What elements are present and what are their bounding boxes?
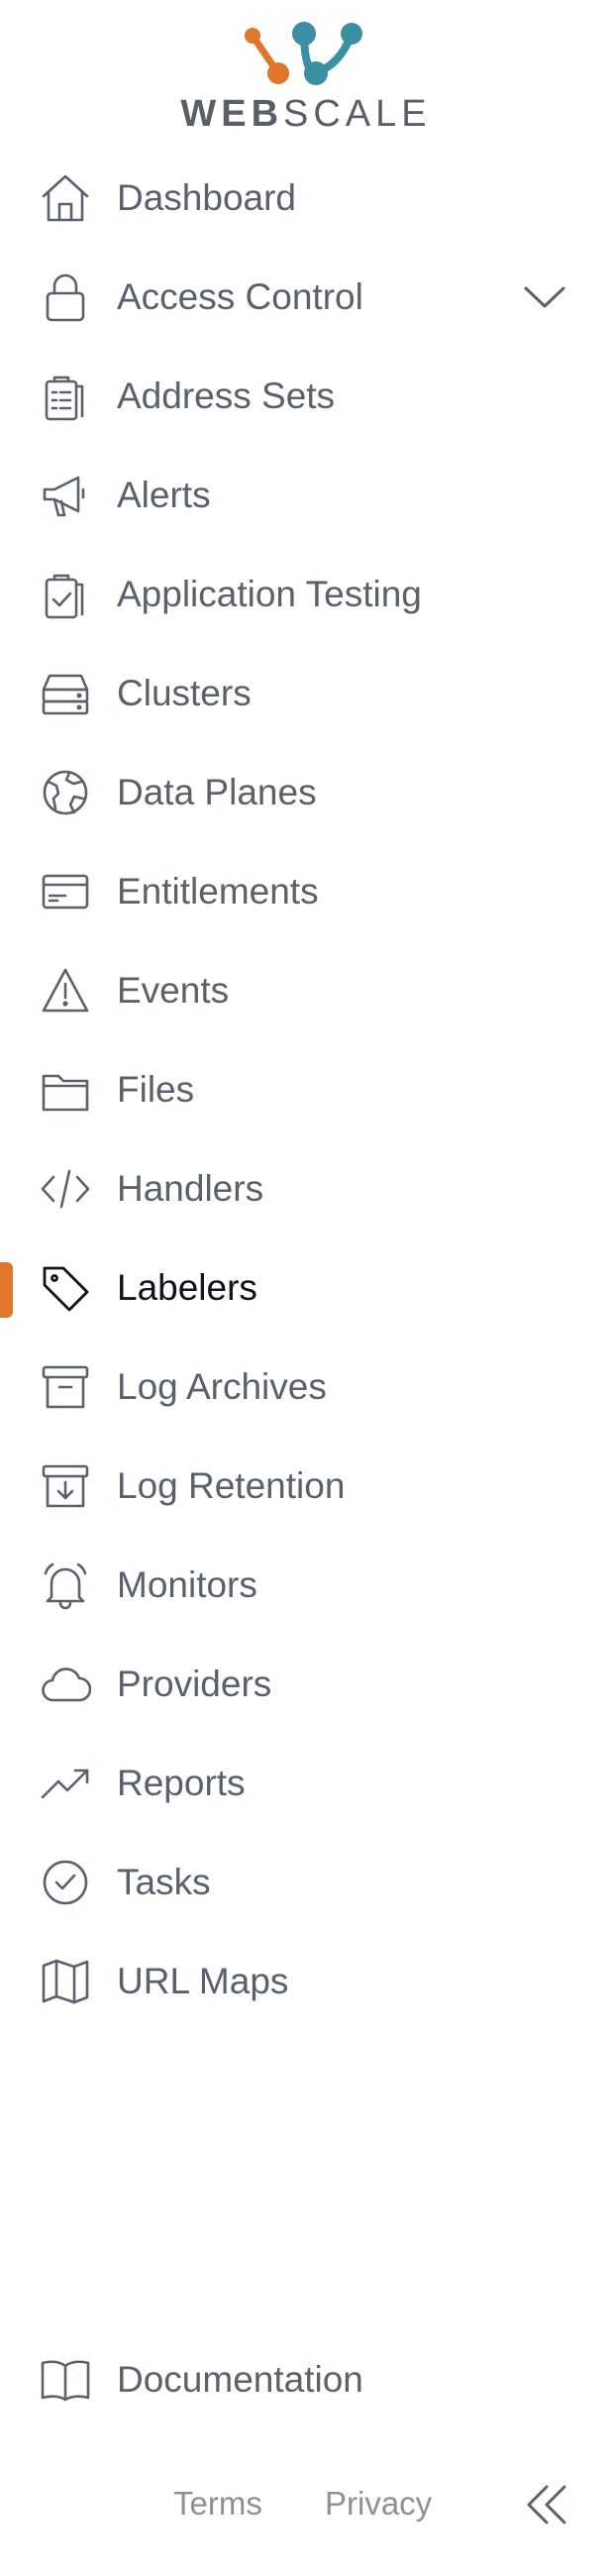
sidebar-item-labelers[interactable]: Labelers bbox=[0, 1238, 612, 1338]
cloud-icon bbox=[40, 1659, 91, 1710]
sidebar-item-label: Tasks bbox=[117, 1862, 211, 1902]
sidebar-item-reports[interactable]: Reports bbox=[0, 1734, 612, 1833]
code-icon bbox=[40, 1163, 91, 1215]
sidebar-item-clusters[interactable]: Clusters bbox=[0, 644, 612, 743]
check-circle-icon bbox=[40, 1857, 91, 1908]
megaphone-icon bbox=[40, 470, 91, 521]
sidebar-item-log-archives[interactable]: Log Archives bbox=[0, 1338, 612, 1437]
terms-link[interactable]: Terms bbox=[173, 2485, 262, 2522]
sidebar-item-monitors[interactable]: Monitors bbox=[0, 1536, 612, 1635]
documentation-label: Documentation bbox=[117, 2359, 363, 2400]
sidebar-item-label: Handlers bbox=[117, 1168, 264, 1209]
active-indicator bbox=[0, 1262, 13, 1318]
globe-icon bbox=[40, 767, 91, 818]
map-icon bbox=[40, 1956, 91, 2007]
clipboard-list-icon bbox=[40, 371, 91, 422]
sidebar-item-log-retention[interactable]: Log Retention bbox=[0, 1437, 612, 1536]
sidebar-item-alerts[interactable]: Alerts bbox=[0, 446, 612, 545]
sidebar-item-handlers[interactable]: Handlers bbox=[0, 1139, 612, 1238]
archive-download-icon bbox=[40, 1460, 91, 1512]
sidebar-item-address-sets[interactable]: Address Sets bbox=[0, 347, 612, 446]
sidebar-item-label: Log Retention bbox=[117, 1465, 346, 1506]
sidebar-item-data-planes[interactable]: Data Planes bbox=[0, 743, 612, 842]
server-icon bbox=[40, 668, 91, 719]
sidebar-item-label: Labelers bbox=[117, 1267, 257, 1308]
chevrons-left-icon[interactable] bbox=[521, 2479, 572, 2530]
sidebar-item-label: Monitors bbox=[117, 1564, 257, 1605]
credit-card-icon bbox=[40, 866, 91, 917]
sidebar-item-label: Dashboard bbox=[117, 177, 297, 218]
sidebar-item-label: Entitlements bbox=[117, 871, 319, 912]
sidebar-item-label: Files bbox=[117, 1069, 195, 1110]
home-icon bbox=[40, 172, 91, 224]
sidebar-item-label: Alerts bbox=[117, 475, 211, 515]
sidebar-item-files[interactable]: Files bbox=[0, 1040, 612, 1139]
sidebar-item-url-maps[interactable]: URL Maps bbox=[0, 1932, 612, 2031]
sidebar-item-label: Address Sets bbox=[117, 376, 336, 416]
sidebar-item-label: Application Testing bbox=[117, 574, 422, 614]
tag-icon bbox=[40, 1262, 91, 1314]
webscale-logo[interactable]: WEBSCALE bbox=[0, 18, 612, 135]
trend-up-icon bbox=[40, 1758, 91, 1809]
archive-icon bbox=[40, 1361, 91, 1413]
sidebar-item-label: URL Maps bbox=[117, 1961, 289, 2001]
sidebar-item-tasks[interactable]: Tasks bbox=[0, 1833, 612, 1932]
sidebar-item-label: Reports bbox=[117, 1763, 246, 1803]
sidebar-item-label: Clusters bbox=[117, 673, 252, 713]
lock-icon bbox=[40, 271, 91, 323]
sidebar-item-entitlements[interactable]: Entitlements bbox=[0, 842, 612, 941]
sidebar-item-label: Access Control bbox=[117, 276, 363, 317]
webscale-logo-mark bbox=[245, 22, 362, 85]
folder-icon bbox=[40, 1064, 91, 1116]
warning-icon bbox=[40, 965, 91, 1017]
alarm-bell-icon bbox=[40, 1559, 91, 1611]
sidebar-item-providers[interactable]: Providers bbox=[0, 1635, 612, 1734]
sidebar-footer: Terms Privacy bbox=[0, 2467, 612, 2546]
book-open-icon bbox=[40, 2354, 91, 2406]
privacy-link[interactable]: Privacy bbox=[325, 2485, 432, 2522]
clipboard-check-icon bbox=[40, 569, 91, 620]
sidebar-item-label: Log Archives bbox=[117, 1366, 327, 1407]
sidebar-item-label: Events bbox=[117, 970, 230, 1011]
chevron-down-icon[interactable] bbox=[523, 279, 566, 315]
sidebar-item-dashboard[interactable]: Dashboard bbox=[0, 149, 612, 248]
sidebar-item-application-testing[interactable]: Application Testing bbox=[0, 545, 612, 644]
sidebar-item-events[interactable]: Events bbox=[0, 941, 612, 1040]
sidebar-item-label: Data Planes bbox=[117, 772, 317, 812]
documentation-link[interactable]: Documentation bbox=[0, 2330, 612, 2429]
logo-wordmark: WEBSCALE bbox=[180, 93, 432, 135]
sidebar-item-label: Providers bbox=[117, 1664, 272, 1704]
sidebar-item-access-control[interactable]: Access Control bbox=[0, 248, 612, 347]
